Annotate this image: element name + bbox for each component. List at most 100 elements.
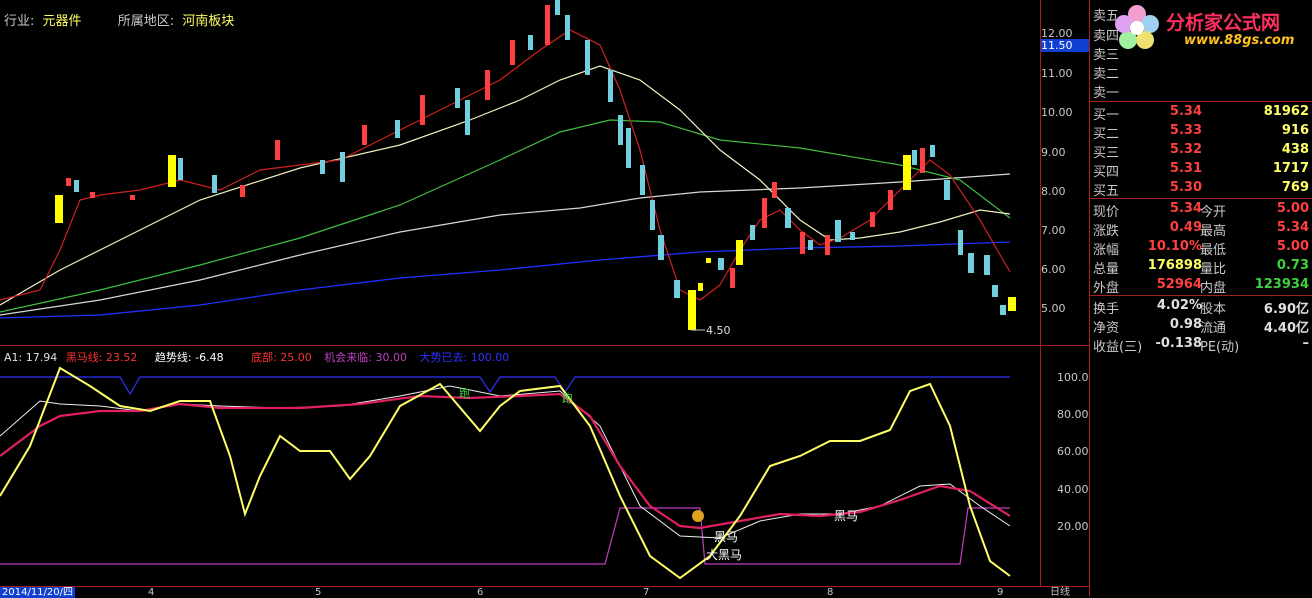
stat-label: 总量 [1093, 262, 1120, 277]
buy-price: 5.32 [1169, 142, 1202, 157]
price-tick: 10.00 [1041, 106, 1073, 119]
indicator-chart[interactable] [0, 346, 1040, 586]
signal-heima-1: 黑马 [714, 530, 739, 544]
ma-blue [0, 241, 1011, 319]
sell-label: 卖五 [1093, 9, 1120, 24]
fund-value: -0.138 [1155, 336, 1202, 351]
fund-row: 换手 4.02% 股本 6.90亿 [1090, 297, 1312, 317]
fund-value: – [1302, 336, 1310, 351]
fund-row: 收益(三) -0.138 PE(动) – [1090, 335, 1312, 355]
stat-value: 0.73 [1276, 258, 1309, 273]
stat-label: 最低 [1200, 243, 1227, 258]
low-price-label: 4.50 [706, 324, 731, 337]
sell-row-4: 卖四 [1090, 24, 1312, 44]
price-tick: 7.00 [1041, 224, 1066, 237]
buy-row-1[interactable]: 买一 5.34 81962 [1090, 103, 1312, 123]
stat-value: 5.34 [1276, 220, 1309, 235]
stat-label: 内盘 [1200, 281, 1227, 296]
sell-label: 卖二 [1093, 67, 1120, 82]
buy-label: 买三 [1093, 146, 1120, 161]
stat-label: 涨跌 [1093, 224, 1120, 239]
month-label: 6 [477, 587, 484, 598]
ma-green [0, 119, 1011, 313]
sell-row-1: 卖一 [1090, 81, 1312, 101]
fund-value: 6.90亿 [1263, 302, 1309, 317]
buy-label: 买一 [1093, 108, 1120, 123]
stat-label: 现价 [1093, 205, 1120, 220]
industry-label: 行业: [4, 14, 35, 29]
stat-value: 123934 [1254, 277, 1309, 292]
buy-volume: 916 [1281, 123, 1309, 138]
stat-value: 176898 [1147, 258, 1202, 273]
time-axis: 2014/11/20/四 4 5 6 7 8 9 日线 [0, 586, 1090, 598]
stat-row: 涨跌 0.49 最高 5.34 [1090, 219, 1312, 239]
buy-price: 5.34 [1169, 104, 1202, 119]
sell-label: 卖一 [1093, 86, 1120, 101]
stat-row: 外盘 52964 内盘 123934 [1090, 276, 1312, 296]
stat-label: 最高 [1200, 224, 1227, 239]
signal-pao-1: 跑 [459, 387, 470, 400]
indicator-tick: 100.0 [1057, 371, 1089, 384]
stat-value: 10.10% [1147, 239, 1202, 254]
signal-heima-2: 黑马 [834, 509, 859, 523]
buy-row-5[interactable]: 买五 5.30 769 [1090, 179, 1312, 199]
buy-volume: 438 [1281, 142, 1309, 157]
period-label[interactable]: 日线 [1050, 587, 1070, 598]
indicator-axis: 100.0 80.00 60.00 40.00 20.00 [1040, 346, 1091, 586]
fund-label: 股本 [1200, 302, 1227, 317]
buy-price: 5.30 [1169, 180, 1202, 195]
price-tick: 8.00 [1041, 185, 1066, 198]
industry-value: 元器件 [42, 14, 82, 29]
buy-price: 5.33 [1169, 123, 1202, 138]
fund-label: 流通 [1200, 321, 1227, 336]
stat-row: 总量 176898 量比 0.73 [1090, 257, 1312, 277]
stat-value: 0.49 [1169, 220, 1202, 235]
header-info: 行业: 元器件 所属地区: 河南板块 [4, 10, 234, 29]
buy-volume: 1717 [1272, 161, 1309, 176]
signal-daheima: 大黑马 [706, 548, 743, 562]
buy-row-4[interactable]: 买四 5.31 1717 [1090, 160, 1312, 180]
indicator-tick: 60.00 [1057, 445, 1089, 458]
stat-label: 外盘 [1093, 281, 1120, 296]
stat-row: 现价 5.34 今开 5.00 [1090, 200, 1312, 220]
fund-label: 收益(三) [1093, 340, 1143, 355]
price-chart[interactable] [0, 0, 1040, 340]
price-tick: 5.00 [1041, 302, 1066, 315]
stat-row: 涨幅 10.10% 最低 5.00 [1090, 238, 1312, 258]
stat-value: 5.34 [1169, 201, 1202, 216]
stat-label: 今开 [1200, 205, 1227, 220]
fund-value: 4.02% [1156, 298, 1202, 313]
month-label: 4 [148, 587, 155, 598]
fund-label: 净资 [1093, 321, 1120, 336]
price-tick: 6.00 [1041, 263, 1066, 276]
sell-row-2: 卖二 [1090, 62, 1312, 82]
buy-label: 买五 [1093, 184, 1120, 199]
line-heima [0, 392, 1011, 530]
month-label: 5 [315, 587, 322, 598]
price-tick: 11.00 [1041, 67, 1073, 80]
price-tick: 9.00 [1041, 146, 1066, 159]
stat-label: 涨幅 [1093, 243, 1120, 258]
fund-row: 净资 0.98 流通 4.40亿 [1090, 316, 1312, 336]
indicator-tick: 20.00 [1057, 520, 1089, 533]
ma-white-long [0, 173, 1011, 316]
stat-value: 52964 [1156, 277, 1202, 292]
sell-row-3: 卖三 [1090, 43, 1312, 63]
buy-row-3[interactable]: 买三 5.32 438 [1090, 141, 1312, 161]
ma-red [0, 29, 1011, 301]
line-a1 [0, 366, 1011, 580]
sell-label: 卖四 [1093, 29, 1120, 44]
month-label: 9 [997, 587, 1004, 598]
buy-volume: 81962 [1263, 104, 1309, 119]
price-axis: 12.00 11.50 11.00 10.00 9.00 8.00 7.00 6… [1040, 0, 1091, 345]
stat-value: 5.00 [1276, 201, 1309, 216]
buy-row-2[interactable]: 买二 5.33 916 [1090, 122, 1312, 142]
signal-pao-2: 跑 [562, 392, 573, 405]
panel-divider [1090, 101, 1312, 102]
fund-label: 换手 [1093, 302, 1120, 317]
stat-value: 5.00 [1276, 239, 1309, 254]
fund-value: 4.40亿 [1263, 321, 1309, 336]
month-label: 8 [827, 587, 834, 598]
buy-label: 买二 [1093, 127, 1120, 142]
line-gone [0, 376, 1010, 396]
